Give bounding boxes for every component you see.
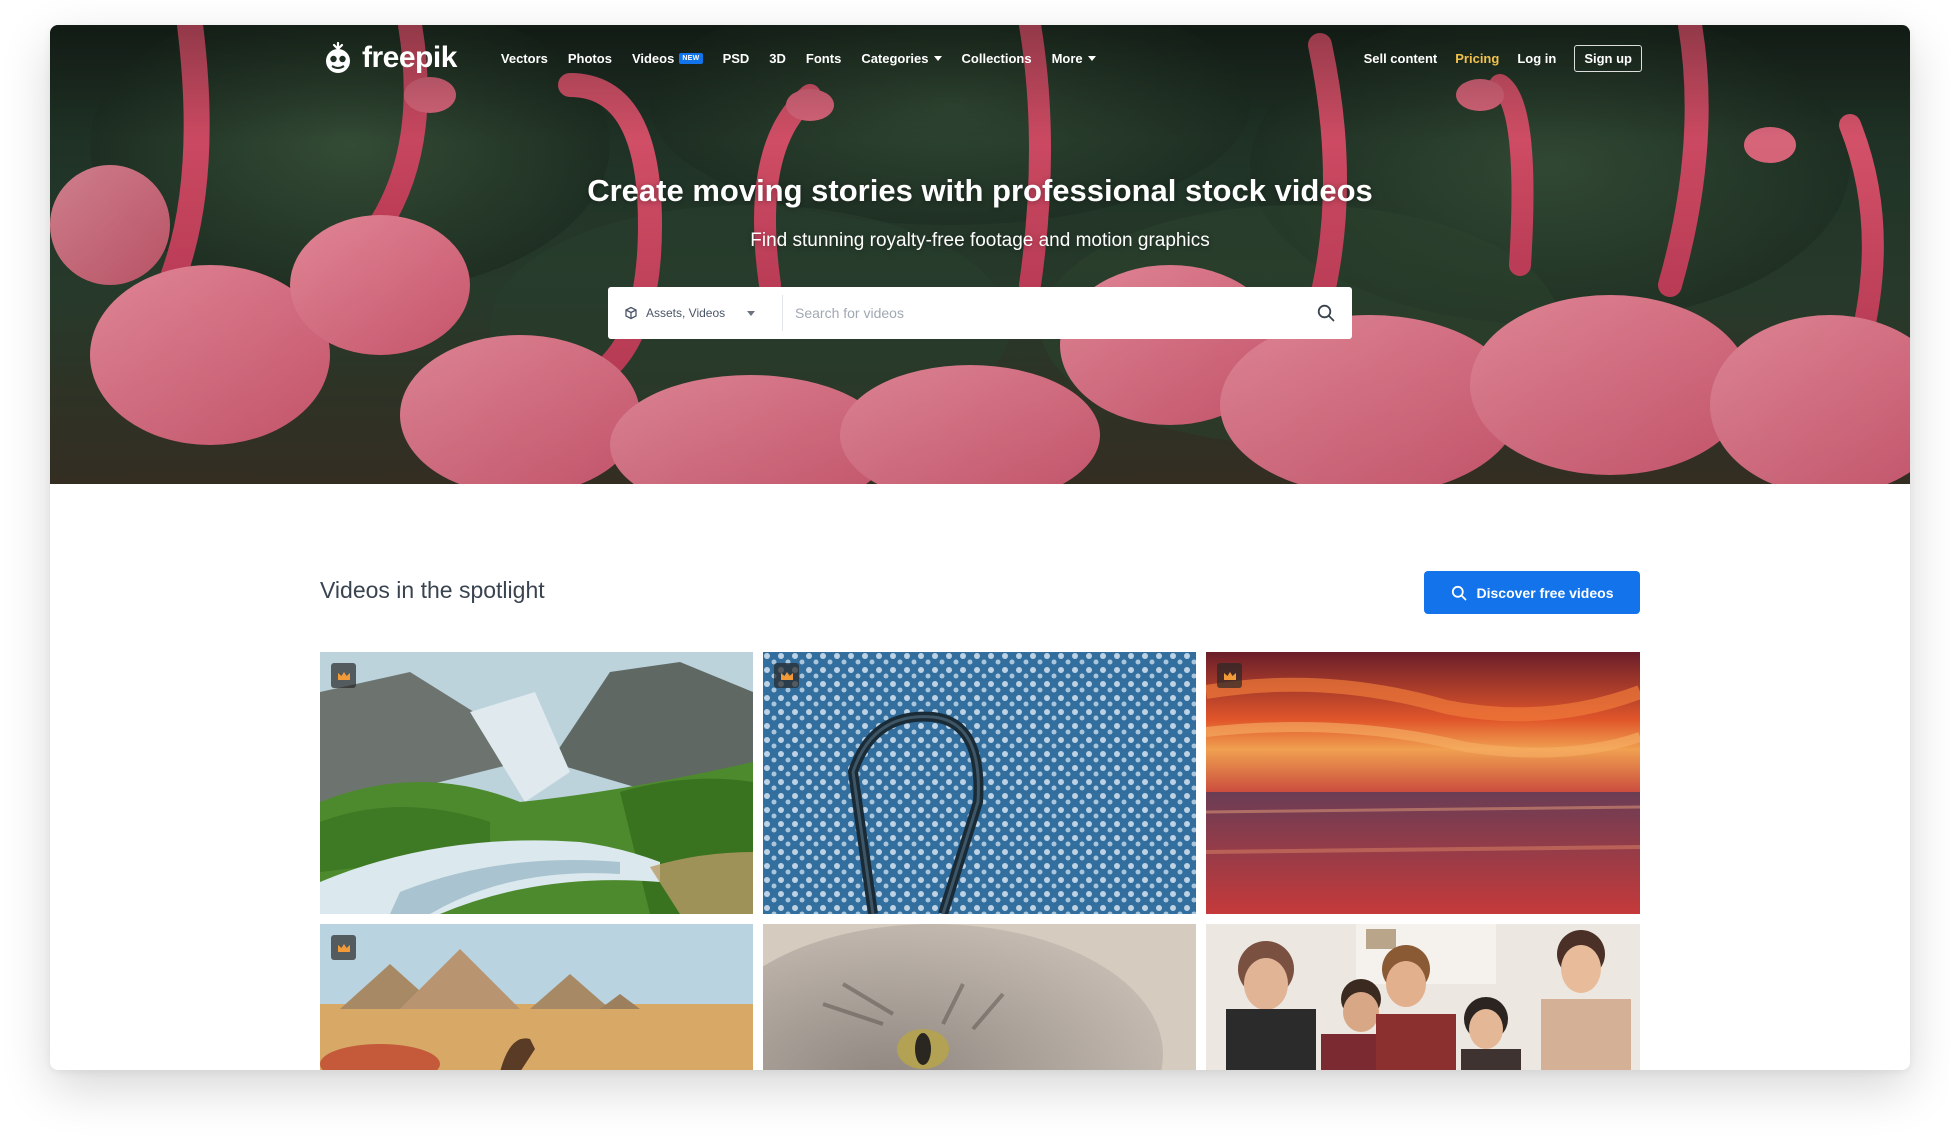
- nav-more[interactable]: More: [1052, 51, 1096, 66]
- freepik-logo[interactable]: freepik: [320, 40, 457, 76]
- discover-free-videos-button[interactable]: Discover free videos: [1424, 571, 1640, 614]
- search-bar: Assets, Videos: [608, 287, 1352, 339]
- nav-photos[interactable]: Photos: [568, 51, 612, 66]
- nav-psd[interactable]: PSD: [723, 51, 750, 66]
- top-nav: freepik Vectors Photos Videos NEW PSD 3D…: [320, 35, 1642, 81]
- hero-banner: freepik Vectors Photos Videos NEW PSD 3D…: [50, 25, 1910, 484]
- premium-crown-icon: [774, 663, 799, 688]
- premium-crown-icon: [331, 663, 356, 688]
- search-button[interactable]: [1300, 287, 1352, 339]
- new-badge: NEW: [679, 52, 703, 64]
- hero-subtitle: Find stunning royalty-free footage and m…: [750, 230, 1210, 251]
- nav-categories[interactable]: Categories: [861, 50, 942, 66]
- premium-crown-icon: [331, 935, 356, 960]
- search-icon: [1451, 585, 1466, 600]
- hero-shade: [50, 25, 1910, 484]
- logo-text: freepik: [362, 41, 457, 74]
- search-icon: [1317, 304, 1335, 322]
- search-input[interactable]: [783, 287, 1300, 339]
- search-type-select[interactable]: Assets, Videos: [608, 295, 783, 331]
- nav-fonts[interactable]: Fonts: [806, 51, 841, 66]
- snowy-forest-thumbnail: [763, 652, 1196, 914]
- nav-account: Sell content Pricing Log in Sign up: [1364, 44, 1642, 72]
- cat-thumbnail: [763, 924, 1196, 1070]
- video-tile-pyramids-desert[interactable]: [320, 924, 753, 1070]
- nav-more-label: More: [1051, 50, 1083, 66]
- video-grid: [320, 652, 1640, 1070]
- chevron-down-icon: [747, 310, 756, 316]
- section-title: Videos in the spotlight: [320, 577, 545, 603]
- login-link[interactable]: Log in: [1517, 51, 1556, 66]
- nav-collections[interactable]: Collections: [962, 51, 1032, 66]
- pyramids-thumbnail: [320, 924, 753, 1070]
- sunset-sea-thumbnail: [1206, 652, 1640, 914]
- nav-videos-label: Videos: [631, 50, 675, 66]
- nav-categories-label: Categories: [861, 50, 929, 66]
- nav-3d[interactable]: 3D: [769, 51, 786, 66]
- nav-videos[interactable]: Videos NEW: [632, 51, 703, 66]
- discover-button-label: Discover free videos: [1476, 584, 1614, 601]
- hero-title: Create moving stories with professional …: [587, 173, 1373, 208]
- glacier-river-thumbnail: [320, 652, 753, 914]
- chevron-down-icon: [1087, 55, 1096, 61]
- search-type-label: Assets, Videos: [646, 306, 726, 320]
- chevron-down-icon: [933, 55, 942, 61]
- nav-vectors[interactable]: Vectors: [501, 51, 548, 66]
- freepik-logo-icon: [326, 41, 350, 73]
- sell-content-link[interactable]: Sell content: [1364, 51, 1438, 66]
- nav-primary: Vectors Photos Videos NEW PSD 3D Fonts C…: [501, 51, 1096, 66]
- video-tile-people-group[interactable]: [1206, 924, 1640, 1070]
- premium-crown-icon: [1217, 663, 1242, 688]
- browser-frame: freepik Vectors Photos Videos NEW PSD 3D…: [50, 25, 1910, 1070]
- video-tile-glacier-river[interactable]: [320, 652, 753, 914]
- assets-icon: [625, 306, 637, 320]
- people-thumbnail: [1206, 924, 1640, 1070]
- video-tile-snowy-forest-road[interactable]: [763, 652, 1196, 914]
- pricing-link[interactable]: Pricing: [1455, 51, 1499, 66]
- video-tile-cat-closeup[interactable]: [763, 924, 1196, 1070]
- signup-button[interactable]: Sign up: [1574, 44, 1642, 72]
- video-tile-sunset-sea[interactable]: [1206, 652, 1640, 914]
